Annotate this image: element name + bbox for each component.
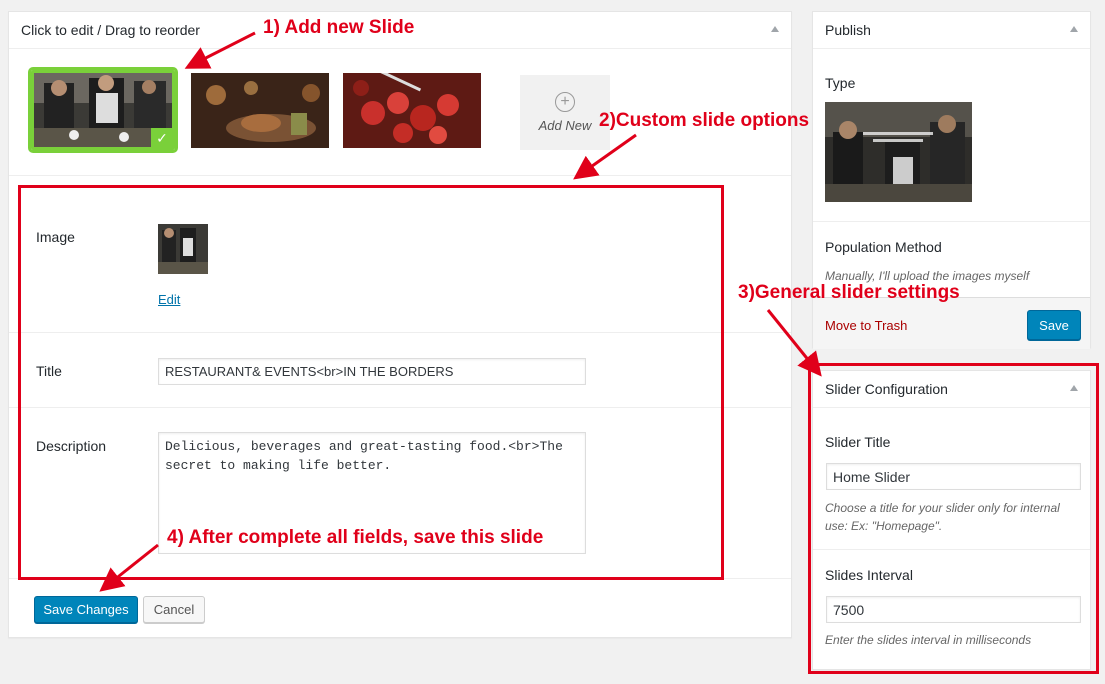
annotation-step-1: 1) Add new Slide xyxy=(263,17,415,38)
publish-save-button[interactable]: Save xyxy=(1027,310,1081,340)
slide-thumbnail-1[interactable]: ✓ xyxy=(28,67,178,153)
slider-settings-highlight xyxy=(808,363,1099,674)
collapse-toggle-icon[interactable] xyxy=(771,26,779,32)
move-to-trash-link[interactable]: Move to Trash xyxy=(825,318,907,333)
type-preview-image xyxy=(825,102,972,202)
publish-actions: Move to Trash Save xyxy=(813,297,1090,349)
publish-header[interactable]: Publish xyxy=(813,12,1090,49)
slide-image-strawberries xyxy=(343,67,481,148)
slide-thumbnail-2[interactable] xyxy=(191,73,329,148)
slide-thumbnail-3[interactable] xyxy=(343,67,481,148)
slide-image-food-plate xyxy=(191,73,329,148)
checkmark-icon: ✓ xyxy=(151,128,173,148)
cancel-button[interactable]: Cancel xyxy=(143,596,205,623)
type-label: Type xyxy=(825,75,856,91)
annotation-step-2: 2)Custom slide options xyxy=(599,110,810,131)
save-changes-button[interactable]: Save Changes xyxy=(34,596,138,623)
collapse-toggle-icon[interactable] xyxy=(1070,26,1078,32)
publish-title: Publish xyxy=(825,22,871,38)
add-new-label: Add New xyxy=(538,118,592,133)
annotation-step-4: 4) After complete all fields, save this … xyxy=(165,527,546,549)
plus-circle-icon: + xyxy=(555,92,575,112)
add-new-slide-button[interactable]: + Add New xyxy=(520,75,610,150)
population-method-label: Population Method xyxy=(825,239,942,255)
annotation-step-3: 3)General slider settings xyxy=(738,282,960,303)
slides-editor-title: Click to edit / Drag to reorder xyxy=(21,22,200,38)
custom-slide-options-highlight xyxy=(18,185,724,580)
